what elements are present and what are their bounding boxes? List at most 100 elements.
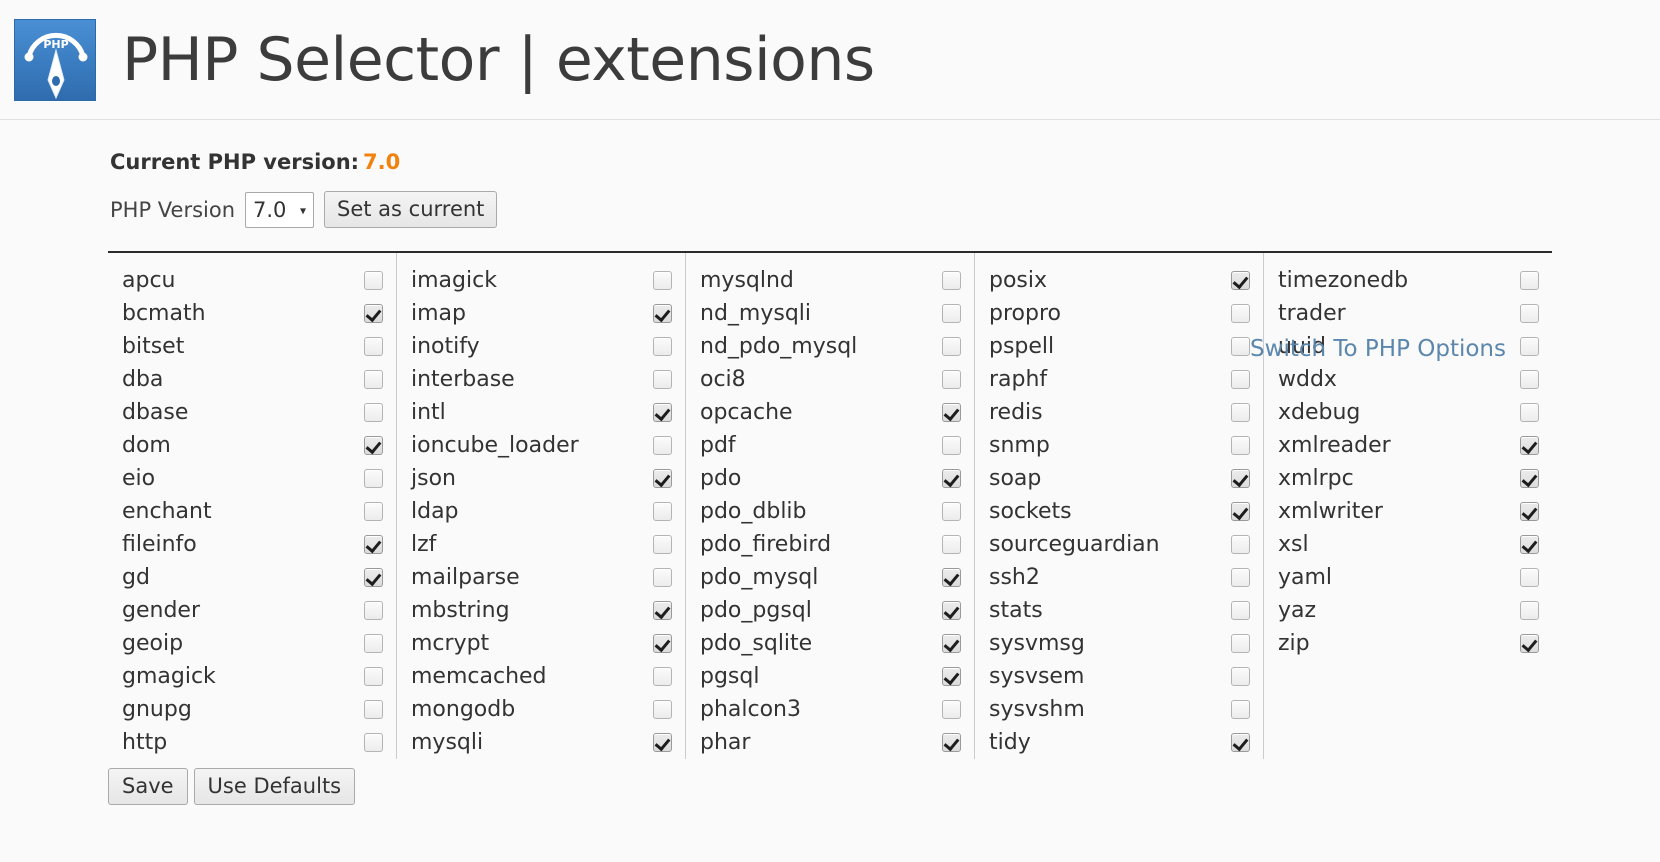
extension-checkbox-checked-icon[interactable]: [653, 304, 672, 323]
extension-row[interactable]: pdo_dblib: [686, 495, 974, 528]
extension-row[interactable]: xmlreader: [1264, 429, 1552, 462]
extension-checkbox-checked-icon[interactable]: [1520, 469, 1539, 488]
extension-row[interactable]: pdf: [686, 429, 974, 462]
extension-row[interactable]: ssh2: [975, 561, 1263, 594]
extension-row[interactable]: json: [397, 462, 685, 495]
extension-checkbox-unchecked-icon[interactable]: [1520, 601, 1539, 620]
extension-checkbox-unchecked-icon[interactable]: [1231, 304, 1250, 323]
extension-row[interactable]: propro: [975, 297, 1263, 330]
extension-row[interactable]: ldap: [397, 495, 685, 528]
extension-checkbox-unchecked-icon[interactable]: [364, 469, 383, 488]
extension-checkbox-unchecked-icon[interactable]: [1520, 304, 1539, 323]
extension-checkbox-unchecked-icon[interactable]: [1520, 337, 1539, 356]
extension-checkbox-unchecked-icon[interactable]: [1231, 601, 1250, 620]
extension-row[interactable]: pdo_mysql: [686, 561, 974, 594]
extension-row[interactable]: xdebug: [1264, 396, 1552, 429]
extension-row[interactable]: xsl: [1264, 528, 1552, 561]
extension-row[interactable]: pspell: [975, 330, 1263, 363]
extension-row[interactable]: gender: [108, 594, 396, 627]
extension-checkbox-checked-icon[interactable]: [942, 403, 961, 422]
extension-checkbox-checked-icon[interactable]: [942, 667, 961, 686]
extension-checkbox-unchecked-icon[interactable]: [1231, 568, 1250, 587]
extension-row[interactable]: pdo_firebird: [686, 528, 974, 561]
extension-checkbox-checked-icon[interactable]: [1231, 469, 1250, 488]
extension-row[interactable]: sourceguardian: [975, 528, 1263, 561]
extension-checkbox-checked-icon[interactable]: [942, 634, 961, 653]
extension-checkbox-unchecked-icon[interactable]: [942, 502, 961, 521]
save-button[interactable]: Save: [108, 768, 188, 805]
extension-row[interactable]: phar: [686, 726, 974, 759]
extension-checkbox-unchecked-icon[interactable]: [1231, 403, 1250, 422]
extension-checkbox-unchecked-icon[interactable]: [942, 304, 961, 323]
extension-checkbox-unchecked-icon[interactable]: [942, 535, 961, 554]
extension-row[interactable]: tidy: [975, 726, 1263, 759]
extension-checkbox-unchecked-icon[interactable]: [364, 502, 383, 521]
extension-checkbox-checked-icon[interactable]: [1520, 502, 1539, 521]
extension-checkbox-unchecked-icon[interactable]: [1231, 436, 1250, 455]
extension-row[interactable]: dbase: [108, 396, 396, 429]
extension-row[interactable]: lzf: [397, 528, 685, 561]
extension-checkbox-unchecked-icon[interactable]: [653, 667, 672, 686]
extension-checkbox-unchecked-icon[interactable]: [1520, 568, 1539, 587]
extension-checkbox-unchecked-icon[interactable]: [364, 370, 383, 389]
extension-checkbox-checked-icon[interactable]: [653, 634, 672, 653]
extension-checkbox-unchecked-icon[interactable]: [1231, 337, 1250, 356]
extension-checkbox-unchecked-icon[interactable]: [653, 568, 672, 587]
extension-checkbox-unchecked-icon[interactable]: [942, 337, 961, 356]
extension-row[interactable]: fileinfo: [108, 528, 396, 561]
extension-row[interactable]: eio: [108, 462, 396, 495]
extension-row[interactable]: memcached: [397, 660, 685, 693]
extension-checkbox-unchecked-icon[interactable]: [653, 436, 672, 455]
extension-checkbox-unchecked-icon[interactable]: [364, 733, 383, 752]
extension-row[interactable]: geoip: [108, 627, 396, 660]
extension-row[interactable]: mbstring: [397, 594, 685, 627]
extension-row[interactable]: sysvmsg: [975, 627, 1263, 660]
extension-checkbox-checked-icon[interactable]: [653, 403, 672, 422]
extension-row[interactable]: zip: [1264, 627, 1552, 660]
extension-row[interactable]: gmagick: [108, 660, 396, 693]
extension-checkbox-unchecked-icon[interactable]: [1520, 271, 1539, 290]
extension-row[interactable]: xmlwriter: [1264, 495, 1552, 528]
extension-row[interactable]: nd_pdo_mysql: [686, 330, 974, 363]
extension-row[interactable]: snmp: [975, 429, 1263, 462]
extension-row[interactable]: enchant: [108, 495, 396, 528]
extension-row[interactable]: inotify: [397, 330, 685, 363]
extension-checkbox-unchecked-icon[interactable]: [942, 370, 961, 389]
extension-checkbox-unchecked-icon[interactable]: [364, 601, 383, 620]
extension-checkbox-unchecked-icon[interactable]: [364, 700, 383, 719]
extension-checkbox-checked-icon[interactable]: [1231, 502, 1250, 521]
extension-checkbox-checked-icon[interactable]: [942, 601, 961, 620]
extension-row[interactable]: dom: [108, 429, 396, 462]
extension-row[interactable]: pdo_pgsql: [686, 594, 974, 627]
extension-row[interactable]: wddx: [1264, 363, 1552, 396]
extension-row[interactable]: gnupg: [108, 693, 396, 726]
extension-checkbox-checked-icon[interactable]: [1520, 634, 1539, 653]
extension-row[interactable]: apcu: [108, 264, 396, 297]
extension-row[interactable]: gd: [108, 561, 396, 594]
extension-row[interactable]: yaml: [1264, 561, 1552, 594]
extension-row[interactable]: imagick: [397, 264, 685, 297]
extension-checkbox-checked-icon[interactable]: [1231, 271, 1250, 290]
extension-checkbox-checked-icon[interactable]: [653, 601, 672, 620]
extension-row[interactable]: pgsql: [686, 660, 974, 693]
extension-checkbox-unchecked-icon[interactable]: [1520, 370, 1539, 389]
extension-row[interactable]: redis: [975, 396, 1263, 429]
extension-row[interactable]: mongodb: [397, 693, 685, 726]
extension-row[interactable]: mysqlnd: [686, 264, 974, 297]
extension-checkbox-unchecked-icon[interactable]: [653, 502, 672, 521]
extension-row[interactable]: imap: [397, 297, 685, 330]
extension-row[interactable]: stats: [975, 594, 1263, 627]
extension-row[interactable]: ioncube_loader: [397, 429, 685, 462]
extension-checkbox-unchecked-icon[interactable]: [1231, 667, 1250, 686]
php-version-select[interactable]: 7.0: [245, 191, 315, 228]
extension-row[interactable]: mailparse: [397, 561, 685, 594]
extension-row[interactable]: sysvsem: [975, 660, 1263, 693]
extension-row[interactable]: raphf: [975, 363, 1263, 396]
extension-checkbox-unchecked-icon[interactable]: [942, 700, 961, 719]
extension-checkbox-unchecked-icon[interactable]: [1231, 535, 1250, 554]
extension-checkbox-unchecked-icon[interactable]: [653, 271, 672, 290]
extension-checkbox-unchecked-icon[interactable]: [942, 436, 961, 455]
extension-checkbox-unchecked-icon[interactable]: [653, 700, 672, 719]
extension-checkbox-unchecked-icon[interactable]: [364, 271, 383, 290]
extension-checkbox-checked-icon[interactable]: [364, 304, 383, 323]
